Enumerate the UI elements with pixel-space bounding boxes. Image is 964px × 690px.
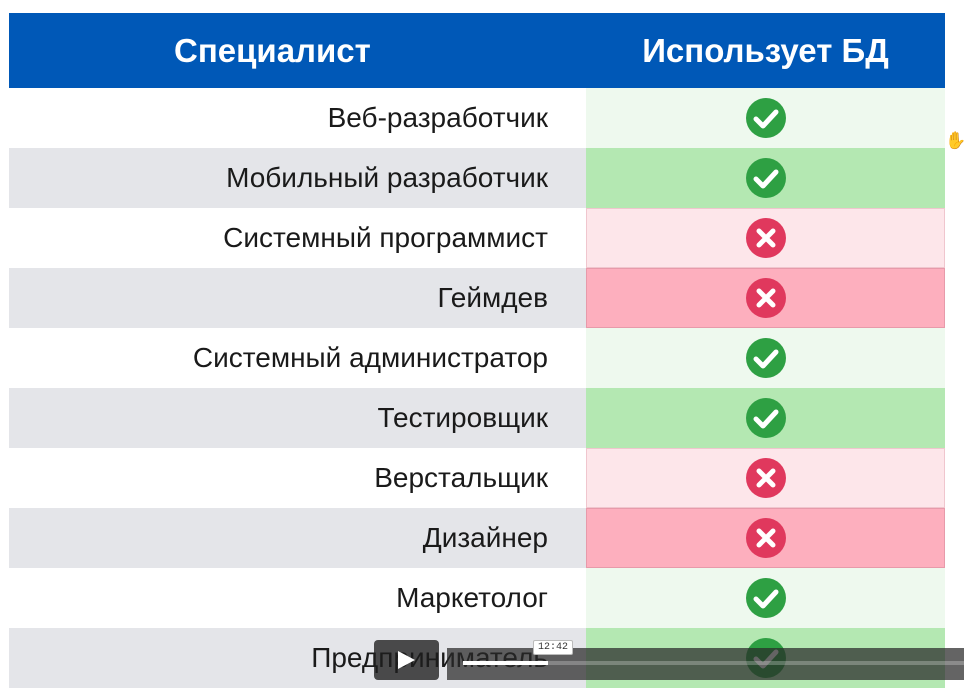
uses-db-cell — [586, 508, 945, 568]
check-circle-icon — [745, 578, 786, 618]
x-circle-icon — [745, 458, 786, 498]
hover-time-tooltip: 12:42 — [533, 640, 574, 655]
check-circle-icon — [745, 98, 786, 138]
video-progress-fill — [463, 661, 548, 665]
video-frame: Специалист Использует БД Веб-разработчик… — [0, 0, 964, 690]
video-progress-bar[interactable] — [463, 661, 964, 665]
specialist-cell: Геймдев — [9, 268, 586, 328]
table-header: Специалист Использует БД — [9, 13, 945, 88]
table-row: Мобильный разработчик — [9, 148, 945, 208]
check-circle-icon — [745, 158, 786, 198]
x-circle-icon — [745, 278, 786, 318]
specialist-cell: Дизайнер — [9, 508, 586, 568]
specialist-cell: Верстальщик — [374, 462, 548, 493]
table-row: Системный программист — [9, 208, 945, 268]
header-uses-db: Использует БД — [642, 31, 889, 69]
play-icon — [398, 651, 415, 669]
table-row: Геймдев — [9, 268, 945, 328]
uses-db-cell — [586, 148, 945, 208]
uses-db-cell — [586, 268, 945, 328]
uses-db-cell — [586, 388, 945, 448]
comparison-table: Специалист Использует БД Веб-разработчик… — [9, 13, 945, 688]
uses-db-cell — [586, 448, 945, 508]
table-row: Системный администратор — [9, 328, 945, 388]
specialist-cell: Системный администратор — [192, 342, 548, 373]
hand-cursor-icon: ✋ — [945, 131, 964, 150]
play-button[interactable] — [374, 640, 439, 680]
uses-db-cell — [586, 328, 945, 388]
table-body: Веб-разработчик Мобильный разработчик Сист… — [9, 88, 945, 688]
specialist-cell: Маркетолог — [396, 582, 548, 613]
table-row: Дизайнер — [9, 508, 945, 568]
specialist-cell: Тестировщик — [9, 388, 586, 448]
table-row: Маркетолог — [9, 568, 945, 628]
specialist-cell: Веб-разработчик — [327, 102, 548, 133]
uses-db-cell — [586, 568, 945, 628]
uses-db-cell — [586, 88, 945, 148]
x-circle-icon — [745, 518, 786, 558]
table-row: Веб-разработчик — [9, 88, 945, 148]
table-row: Верстальщик — [9, 448, 945, 508]
specialist-cell: Мобильный разработчик — [9, 148, 586, 208]
check-circle-icon — [745, 398, 786, 438]
uses-db-cell — [586, 208, 945, 268]
table-row: Тестировщик — [9, 388, 945, 448]
specialist-cell: Системный программист — [223, 222, 548, 253]
x-circle-icon — [745, 218, 786, 258]
header-specialist: Специалист — [174, 31, 371, 69]
check-circle-icon — [745, 338, 786, 378]
